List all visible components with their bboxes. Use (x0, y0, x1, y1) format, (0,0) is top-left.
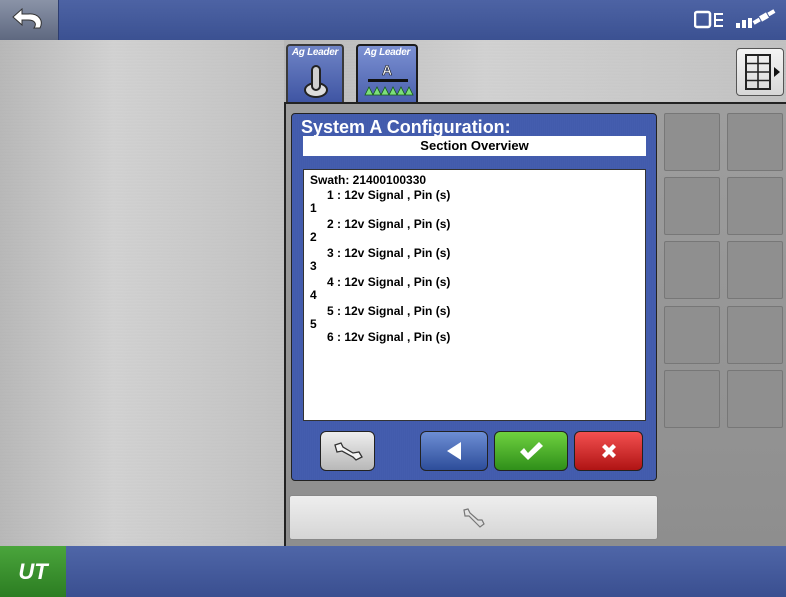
swath-label: Swath: 21400100330 (310, 173, 427, 187)
tab-ag-leader-system-a[interactable]: Ag Leader A (356, 44, 418, 102)
section-number: 4 (310, 288, 317, 302)
tile-slot[interactable] (664, 306, 720, 364)
setup-button[interactable] (289, 495, 658, 540)
section-text: 2 : 12v Signal , Pin (s) (327, 217, 451, 231)
tile-slot[interactable] (727, 370, 783, 428)
list-item[interactable]: 2 : 12v Signal , Pin (s) 2 (310, 217, 630, 246)
dialog-subtitle: Section Overview (303, 136, 646, 156)
layout-grid-button[interactable] (736, 48, 784, 96)
settings-button[interactable] (320, 431, 375, 471)
tile-slot[interactable] (727, 113, 783, 171)
close-icon (601, 444, 616, 458)
tab-brand-label: Ag Leader (291, 47, 339, 58)
dialog-title: System A Configuration: (301, 117, 511, 137)
wrench-icon (462, 507, 485, 528)
list-item[interactable]: 3 : 12v Signal , Pin (s) 3 (310, 246, 630, 275)
status-icons (694, 6, 778, 34)
cancel-button[interactable] (574, 431, 643, 471)
list-item[interactable]: 5 : 12v Signal , Pin (s) 5 (310, 304, 630, 333)
section-text: 5 : 12v Signal , Pin (s) (327, 304, 451, 318)
section-number: 5 (310, 317, 317, 331)
section-text: 6 : 12v Signal , Pin (s) (327, 330, 451, 344)
grid-menu-icon (745, 54, 780, 90)
check-icon (520, 442, 543, 460)
list-item[interactable]: 1 : 12v Signal , Pin (s) 1 (310, 188, 630, 217)
undo-arrow-icon (12, 8, 42, 29)
tile-slot[interactable] (664, 113, 720, 171)
tab-ag-leader-switch[interactable]: Ag Leader (286, 44, 344, 102)
ut-logo: UT (18, 558, 48, 584)
left-arrow-icon (447, 442, 461, 460)
back-button[interactable] (0, 0, 59, 40)
system-configuration-dialog: System A Configuration: Section Overview… (291, 113, 657, 481)
gps-signal-icon[interactable] (734, 9, 778, 31)
tile-slot[interactable] (664, 177, 720, 235)
tile-slot[interactable] (664, 370, 720, 428)
universal-terminal-button[interactable]: UT (0, 546, 66, 597)
tile-slot[interactable] (727, 241, 783, 299)
back-button[interactable] (420, 431, 488, 471)
section-number: 2 (310, 230, 317, 244)
display-toggle-icon[interactable] (694, 10, 724, 30)
wrench-icon (333, 442, 363, 461)
bottom-bar: UT (0, 546, 786, 597)
toggle-switch-icon (304, 65, 328, 98)
tile-slot[interactable] (664, 241, 720, 299)
list-item[interactable]: 4 : 12v Signal , Pin (s) 4 (310, 275, 630, 304)
section-text: 3 : 12v Signal , Pin (s) (327, 246, 451, 260)
section-list[interactable]: Swath: 21400100330 1 : 12v Signal , Pin … (303, 169, 646, 421)
section-number: 1 (310, 201, 317, 215)
tab-brand-label: Ag Leader (363, 47, 411, 58)
tile-slot[interactable] (727, 177, 783, 235)
left-panel (0, 40, 284, 546)
tile-slot[interactable] (727, 306, 783, 364)
sprayer-boom-icon: A (364, 62, 414, 96)
svg-text:A: A (382, 62, 392, 78)
section-number: 3 (310, 259, 317, 273)
top-bar (0, 0, 786, 40)
section-text: 1 : 12v Signal , Pin (s) (327, 188, 451, 202)
section-text: 4 : 12v Signal , Pin (s) (327, 275, 451, 289)
confirm-button[interactable] (494, 431, 568, 471)
list-item[interactable]: 6 : 12v Signal , Pin (s) (310, 330, 630, 359)
